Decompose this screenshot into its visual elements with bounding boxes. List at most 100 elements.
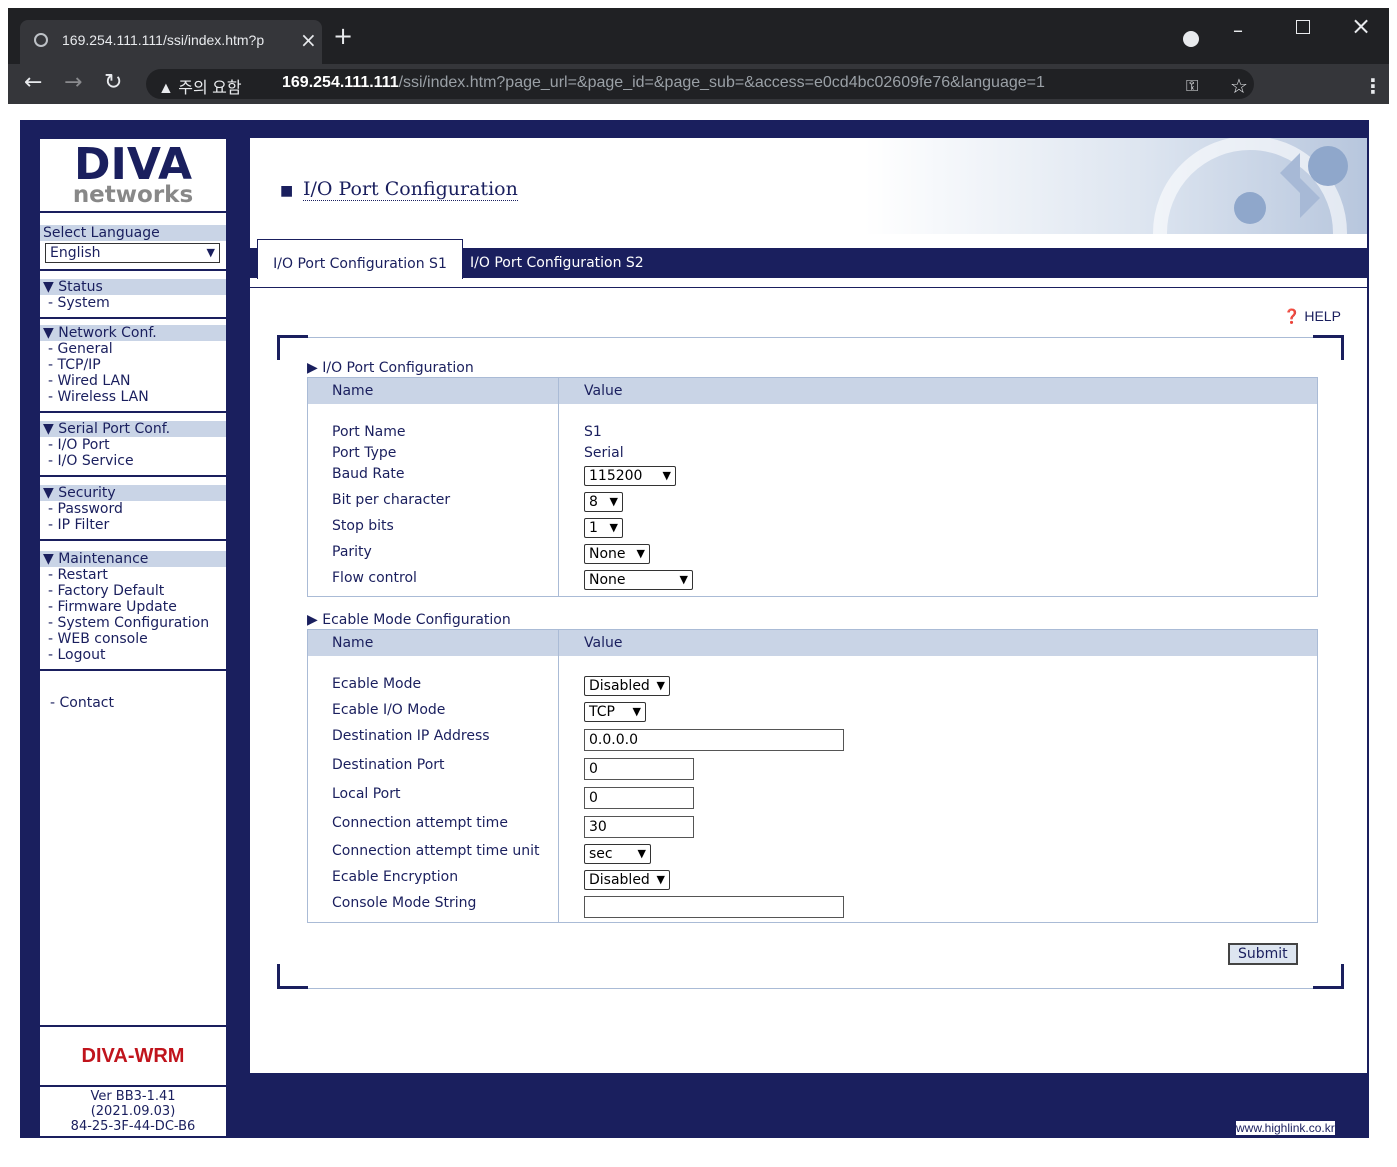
frame-corner <box>277 964 308 989</box>
model-name: DIVA-WRM <box>40 1025 226 1087</box>
logo-main: DIVA <box>73 139 192 190</box>
browser-tab[interactable]: 169.254.111.111/ssi/index.htm?p × <box>20 20 322 64</box>
language-label: Select Language <box>40 225 226 241</box>
maximize-icon[interactable] <box>1296 20 1310 34</box>
sidebar-item-io-port[interactable]: - I/O Port <box>40 437 226 453</box>
page: DIVA networks Select Language English ▼ ▼… <box>20 120 1369 1138</box>
connection-unit-label: Connection attempt time unit <box>332 843 540 859</box>
back-icon[interactable]: ← <box>24 70 42 95</box>
help-label: HELP <box>1304 308 1341 324</box>
tab-title: 169.254.111.111/ssi/index.htm?p <box>62 32 265 48</box>
tab-io-port-s1[interactable]: I/O Port Configuration S1 <box>257 239 463 279</box>
ecable-mode-label: Ecable Mode <box>332 676 422 692</box>
destination-ip-label: Destination IP Address <box>332 728 490 744</box>
local-port-input[interactable]: 0 <box>584 787 694 809</box>
sidebar-item-tcpip[interactable]: - TCP/IP <box>40 357 226 373</box>
sidebar-item-system[interactable]: - System <box>40 295 226 311</box>
menu-network: ▼ Network Conf. - General - TCP/IP - Wir… <box>40 317 226 413</box>
connection-unit-select[interactable]: sec ▼ <box>584 844 651 864</box>
sidebar-item-firmware-update[interactable]: - Firmware Update <box>40 599 226 615</box>
io-section-title: ▶ I/O Port Configuration <box>307 360 474 376</box>
section-network[interactable]: ▼ Network Conf. <box>40 325 226 341</box>
sidebar-item-general[interactable]: - General <box>40 341 226 357</box>
stop-bits-label: Stop bits <box>332 518 394 534</box>
stop-bits-select[interactable]: 1 ▼ <box>584 518 623 538</box>
star-icon[interactable]: ☆ <box>1230 74 1248 98</box>
version-date: (2021.09.03) <box>90 1104 176 1119</box>
config-frame: ▶ I/O Port Configuration Name Value Port… <box>277 335 1344 989</box>
menu-security: ▼ Security - Password - IP Filter <box>40 477 226 541</box>
ecable-mode-select[interactable]: Disabled ▼ <box>584 676 670 696</box>
logo: DIVA networks <box>40 139 226 213</box>
language-select[interactable]: English ▼ <box>45 243 220 263</box>
io-table: Name Value Port Name S1 Port Type Serial… <box>307 377 1318 597</box>
language-value: English <box>50 245 101 261</box>
help-link[interactable]: ❓ HELP <box>1283 308 1341 325</box>
minimize-icon[interactable]: – <box>1233 18 1243 42</box>
connection-unit-value: sec <box>589 846 613 862</box>
footer-url[interactable]: www.highlink.co.kr <box>1236 1121 1335 1135</box>
flow-control-value: None <box>589 572 626 588</box>
local-port-label: Local Port <box>332 786 401 802</box>
tab-close-icon[interactable]: × <box>300 28 317 52</box>
section-status[interactable]: ▼ Status <box>40 279 226 295</box>
sidebar-item-wired-lan[interactable]: - Wired LAN <box>40 373 226 389</box>
ecable-table: Name Value Ecable Mode Disabled ▼ Ecable … <box>307 629 1318 923</box>
forward-icon[interactable]: → <box>64 70 82 95</box>
chevron-down-icon: ▼ <box>206 246 215 259</box>
destination-ip-input[interactable]: 0.0.0.0 <box>584 729 844 751</box>
ecable-table-header: Name Value <box>308 630 1317 656</box>
sidebar-item-restart[interactable]: - Restart <box>40 567 226 583</box>
ecable-mode-value: Disabled <box>589 678 650 694</box>
sidebar-item-wireless-lan[interactable]: - Wireless LAN <box>40 389 226 405</box>
section-maintenance[interactable]: ▼ Maintenance <box>40 551 226 567</box>
key-icon[interactable]: ⚿ <box>1186 76 1198 96</box>
section-security[interactable]: ▼ Security <box>40 485 226 501</box>
url-path: /ssi/index.htm?page_url=&page_id=&page_s… <box>398 74 1045 91</box>
menu-icon[interactable]: ⋮ <box>1363 74 1383 98</box>
flow-control-select[interactable]: None ▼ <box>584 570 693 590</box>
reload-icon[interactable]: ↻ <box>104 70 122 95</box>
url-host: 169.254.111.111 <box>282 74 399 91</box>
flow-control-label: Flow control <box>332 570 417 586</box>
sidebar-item-logout[interactable]: - Logout <box>40 647 226 663</box>
menu-status: ▼ Status - System <box>40 269 226 319</box>
tab-io-port-s2[interactable]: I/O Port Configuration S2 <box>470 248 644 278</box>
window-close-icon[interactable]: × <box>1351 12 1371 40</box>
encryption-select[interactable]: Disabled ▼ <box>584 870 670 890</box>
parity-select[interactable]: None ▼ <box>584 544 650 564</box>
sidebar-item-factory-default[interactable]: - Factory Default <box>40 583 226 599</box>
sidebar-item-system-configuration[interactable]: - System Configuration <box>40 615 226 631</box>
submit-button[interactable]: Submit <box>1228 943 1298 965</box>
chevron-down-icon: ▼ <box>656 873 665 886</box>
security-warning[interactable]: ▲ 주의 요함 <box>158 74 242 98</box>
destination-port-input[interactable]: 0 <box>584 758 694 780</box>
logo-sub: networks <box>72 182 194 208</box>
port-name-label: Port Name <box>332 424 406 440</box>
connection-time-input[interactable]: 30 <box>584 816 694 838</box>
profile-icon[interactable] <box>1183 31 1199 47</box>
tab-underline <box>250 287 1367 288</box>
console-mode-input[interactable] <box>584 896 844 918</box>
address-bar[interactable]: ▲ 주의 요함 169.254.111.111/ssi/index.htm?pa… <box>146 69 1254 99</box>
chevron-down-icon: ▼ <box>632 705 641 718</box>
section-serial[interactable]: ▼ Serial Port Conf. <box>40 421 226 437</box>
chevron-down-icon: ▼ <box>609 521 618 534</box>
port-name-value: S1 <box>584 424 602 440</box>
sidebar-item-ip-filter[interactable]: - IP Filter <box>40 517 226 533</box>
chevron-down-icon: ▼ <box>609 495 618 508</box>
parity-value: None <box>589 546 626 562</box>
bits-select[interactable]: 8 ▼ <box>584 492 623 512</box>
sidebar-item-io-service[interactable]: - I/O Service <box>40 453 226 469</box>
ecable-io-mode-select[interactable]: TCP ▼ <box>584 702 646 722</box>
sidebar-item-web-console[interactable]: - WEB console <box>40 631 226 647</box>
baud-rate-label: Baud Rate <box>332 466 405 482</box>
encryption-label: Ecable Encryption <box>332 869 459 885</box>
banner-graphic <box>1153 138 1348 234</box>
encryption-value: Disabled <box>589 872 650 888</box>
baud-rate-select[interactable]: 115200 ▼ <box>584 466 676 486</box>
tab-strip: 169.254.111.111/ssi/index.htm?p × + – × <box>8 8 1389 64</box>
sidebar-item-password[interactable]: - Password <box>40 501 226 517</box>
sidebar-item-contact[interactable]: - Contact <box>50 695 114 711</box>
new-tab-button[interactable]: + <box>333 24 353 48</box>
